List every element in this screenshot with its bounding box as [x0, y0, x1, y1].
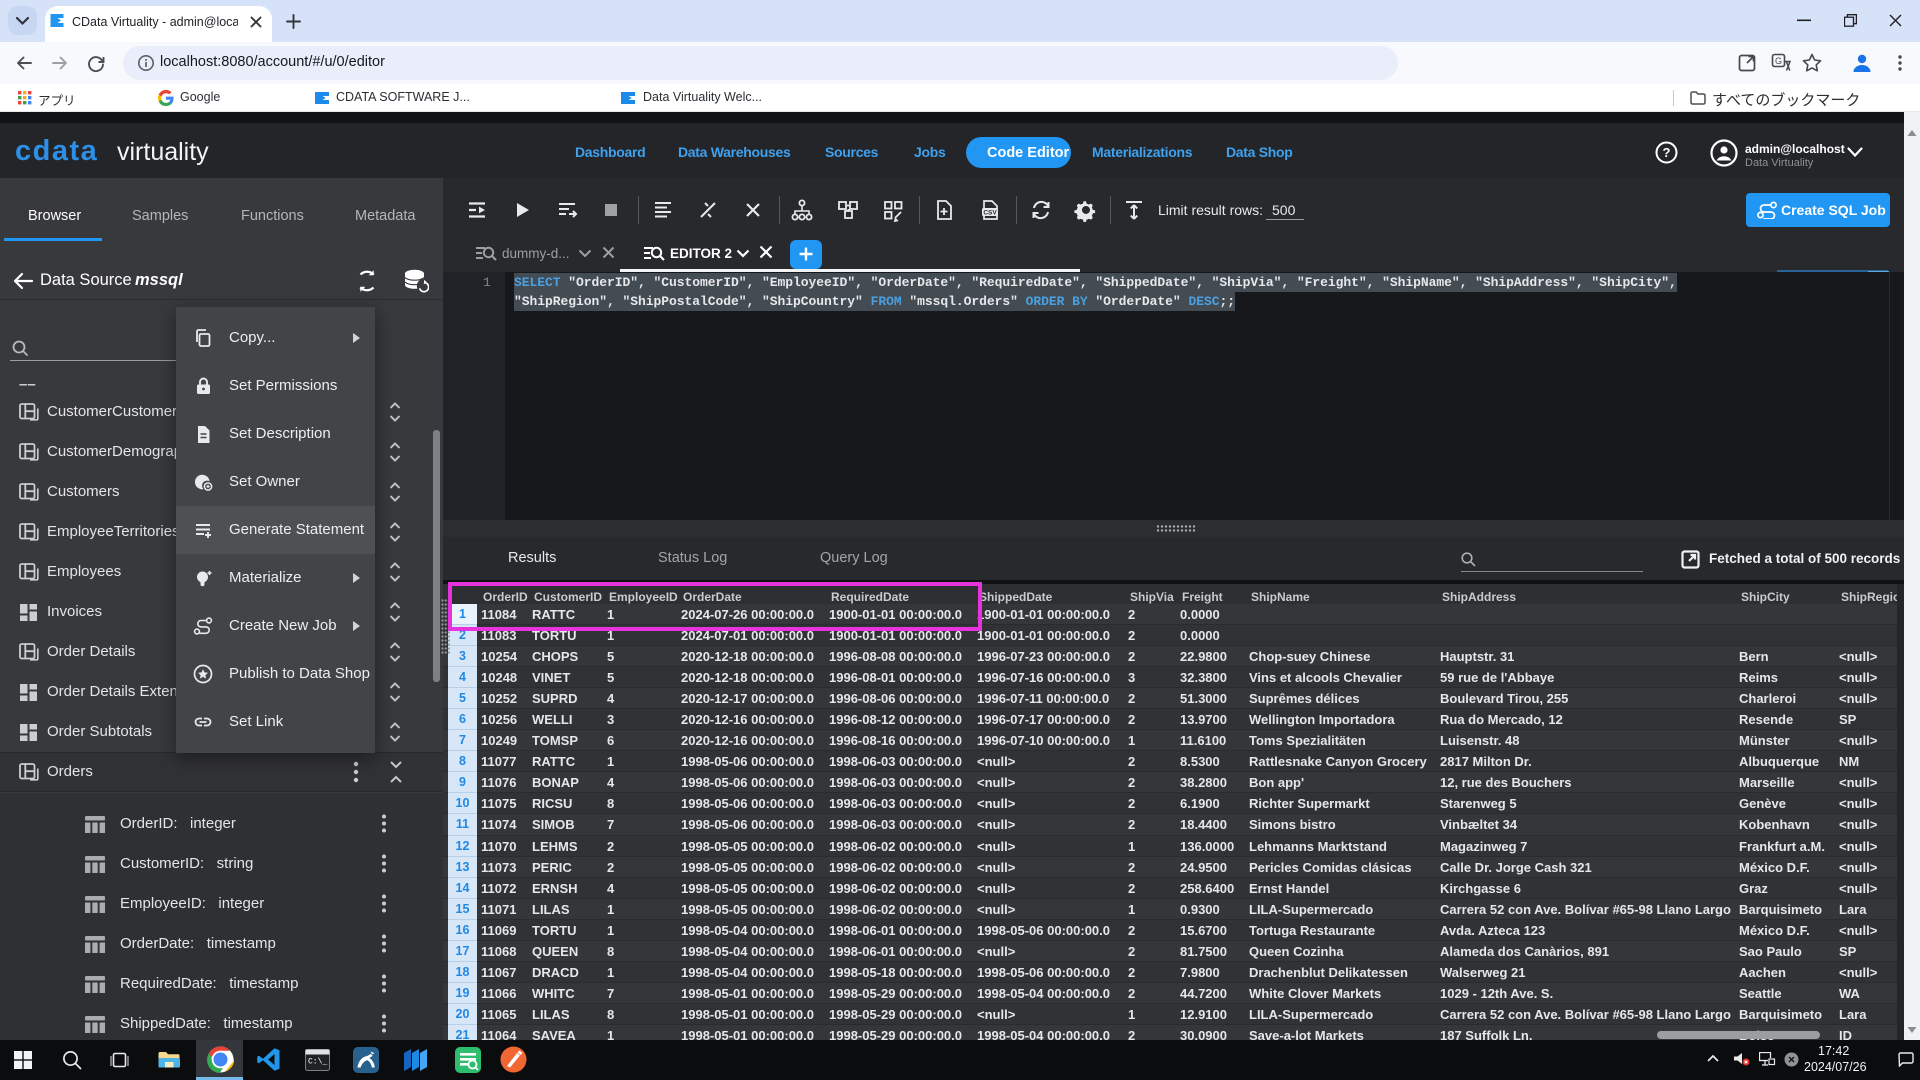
svg-text:C:\_: C:\_ [308, 1058, 327, 1067]
svg-text:?: ? [1663, 145, 1671, 160]
svg-text:CSV: CSV [983, 209, 997, 216]
svg-text:G: G [1775, 56, 1782, 66]
